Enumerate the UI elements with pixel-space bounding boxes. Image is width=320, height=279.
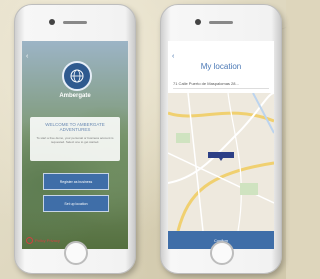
globe-icon-svg xyxy=(70,69,84,83)
register-business-button[interactable]: Register as business xyxy=(43,173,109,190)
home-button[interactable] xyxy=(64,241,88,265)
map-view[interactable] xyxy=(168,93,274,231)
front-camera xyxy=(195,19,201,25)
set-location-button[interactable]: Set up location xyxy=(43,195,109,212)
welcome-screen: ‹ Ambergate WELCOME TO AMBERGATE ADVENTU… xyxy=(22,41,128,249)
location-screen: ‹ My location 71 Calle Puerto de Maspalo… xyxy=(168,41,274,249)
address-field[interactable]: 71 Calle Puerto de Maspalomas 28... xyxy=(173,81,269,89)
phone-left: ‹ Ambergate WELCOME TO AMBERGATE ADVENTU… xyxy=(14,4,136,274)
phone-right: ‹ My location 71 Calle Puerto de Maspalo… xyxy=(160,4,282,274)
welcome-body: To start a free demo, your personal or b… xyxy=(36,136,114,144)
back-button[interactable]: ‹ xyxy=(172,53,174,60)
front-camera xyxy=(49,19,55,25)
welcome-title: WELCOME TO AMBERGATE ADVENTURES xyxy=(45,122,105,132)
info-icon xyxy=(26,237,33,244)
map-roads xyxy=(168,93,274,231)
welcome-card: WELCOME TO AMBERGATE ADVENTURES To start… xyxy=(30,117,120,161)
back-button[interactable]: ‹ xyxy=(26,53,28,60)
speaker-grille xyxy=(63,21,87,24)
location-pin-icon xyxy=(219,158,223,161)
globe-icon xyxy=(62,61,92,91)
home-button[interactable] xyxy=(210,241,234,265)
page-title: My location xyxy=(200,62,242,71)
app-name: Ambergate xyxy=(59,93,91,99)
privacy-label: Policy Privacy xyxy=(35,238,60,243)
status-bar xyxy=(168,41,274,49)
privacy-link[interactable]: Policy Privacy xyxy=(26,237,60,244)
speaker-grille xyxy=(209,21,233,24)
status-bar xyxy=(22,41,128,49)
